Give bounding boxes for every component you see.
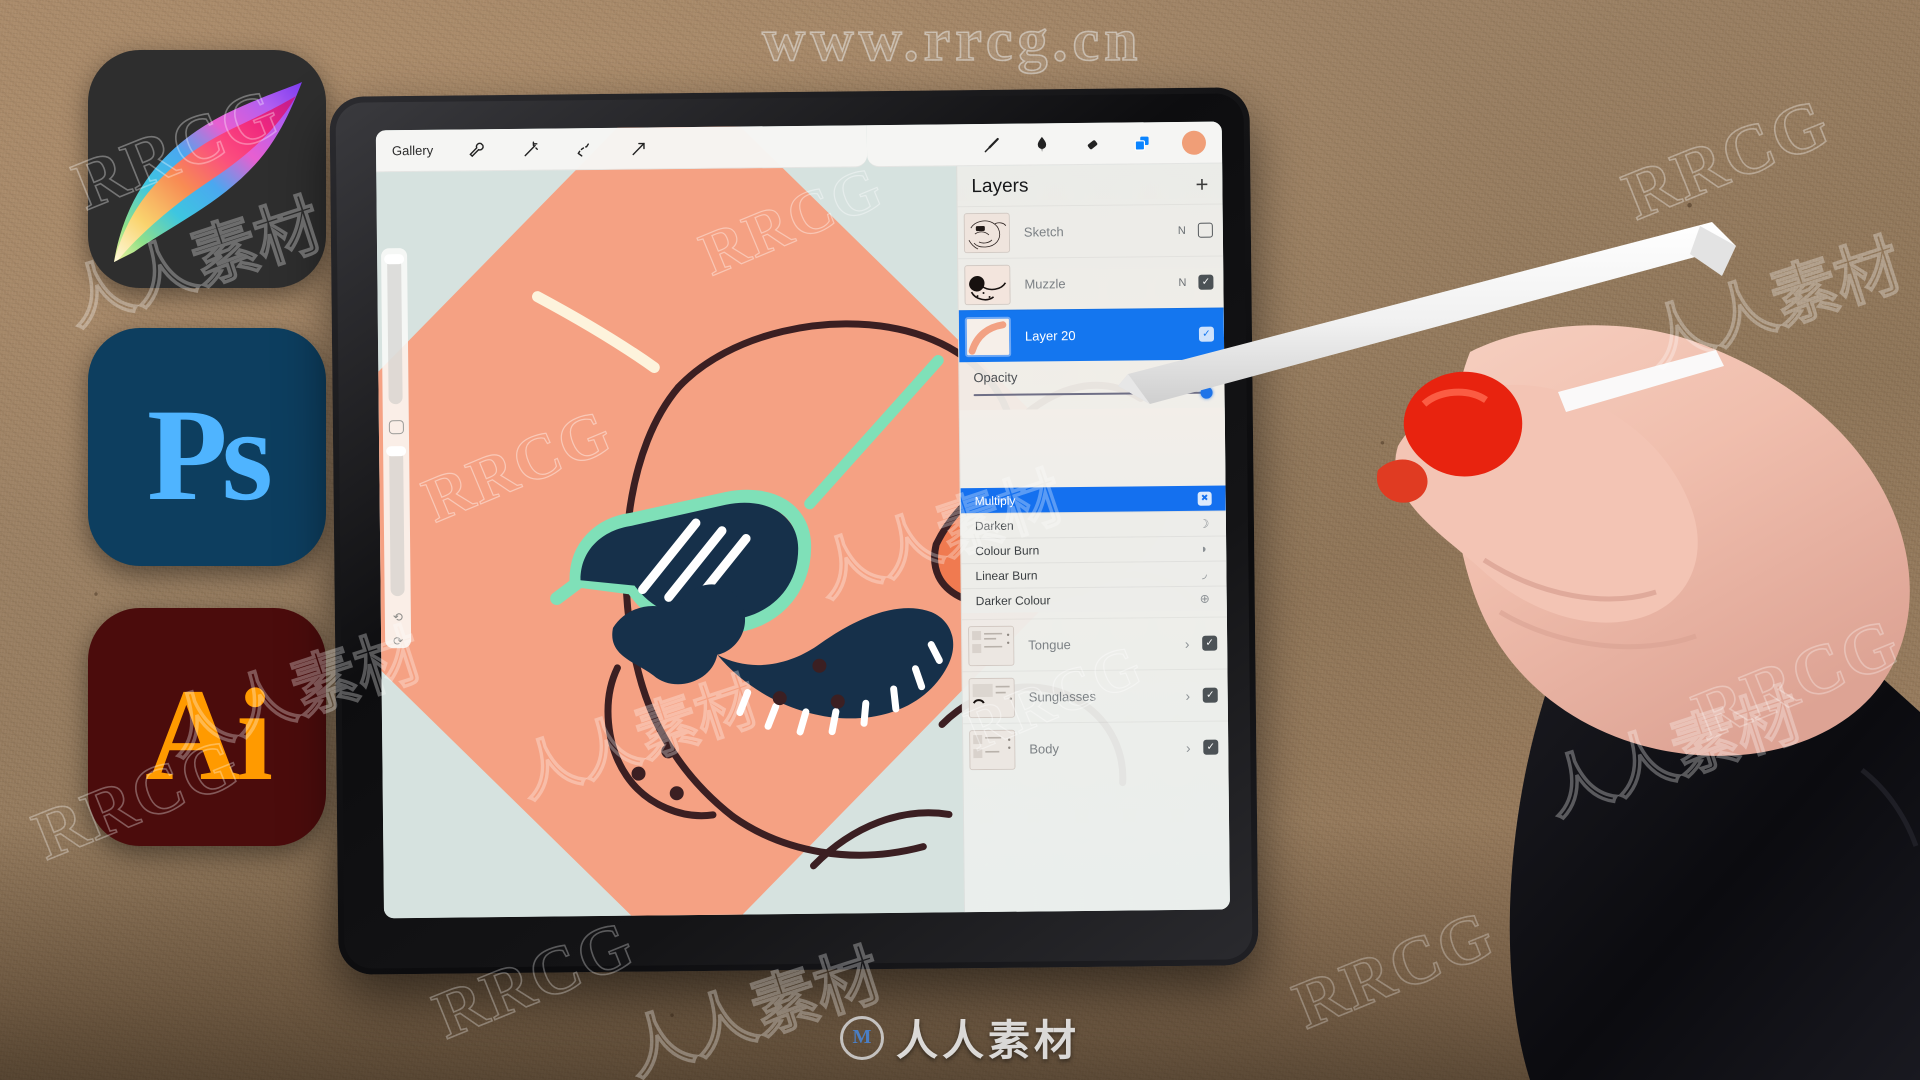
lower-layer-list[interactable]: Tongue › ✓ Sunglasses › ✓ Body › ✓ <box>961 616 1229 776</box>
opacity-labels: Opacity Max <box>973 368 1210 385</box>
colour-burn-icon: ◗ <box>1200 541 1208 556</box>
layer-group-thumbnail[interactable] <box>969 729 1016 770</box>
panel-spacer <box>959 407 1226 489</box>
layer-name: Muzzle <box>1024 276 1066 292</box>
eraser-icon[interactable] <box>1082 133 1102 153</box>
opacity-slider-track[interactable] <box>973 386 1213 399</box>
opacity-control[interactable]: Opacity Max <box>959 359 1224 410</box>
blend-mode-darken[interactable]: Darken ☽ <box>960 510 1227 539</box>
sunglasses-group-thumbnail-icon <box>969 678 1015 718</box>
undo-redo-group[interactable]: ⟲ ⟳ <box>393 610 403 648</box>
redo-icon[interactable]: ⟳ <box>393 634 403 648</box>
layer-row-layer-20[interactable]: Layer 20 ✓ <box>958 307 1225 363</box>
brush-sidebar[interactable]: ⟲ ⟳ <box>381 248 412 649</box>
ps-wordmark-icon: Ps <box>147 381 273 528</box>
tongue-group-thumbnail-icon <box>969 626 1015 666</box>
layer-thumbnail[interactable] <box>963 212 1011 253</box>
body-group-thumbnail-icon <box>970 730 1016 770</box>
layer-name: Body <box>1029 741 1060 757</box>
layer-blend-mode-indicator[interactable]: N <box>1174 276 1190 288</box>
blend-mode-label: Darken <box>974 518 1014 534</box>
blend-mode-label: Multiply <box>974 493 1016 508</box>
layer-visibility-checkbox[interactable] <box>1197 222 1213 238</box>
layer-name: Layer 20 <box>1024 328 1076 344</box>
blend-mode-linear-burn[interactable]: Linear Burn ◞ <box>961 560 1227 589</box>
add-layer-button[interactable]: + <box>1195 172 1208 197</box>
layer-row-muzzle[interactable]: Muzzle N ✓ <box>958 255 1224 311</box>
layer-visibility-checkbox[interactable]: ✓ <box>1203 739 1219 755</box>
layer-row-body[interactable]: Body › ✓ <box>963 720 1229 776</box>
layer-group-thumbnail[interactable] <box>968 625 1015 666</box>
transform-icon[interactable] <box>629 138 649 158</box>
muzzle-thumbnail-icon <box>965 265 1011 305</box>
selection-icon[interactable] <box>575 139 595 159</box>
app-icon-photoshop[interactable]: Ps <box>88 328 326 566</box>
app-icon-illustrator[interactable]: Ai <box>88 608 326 846</box>
layer-thumbnail[interactable] <box>964 264 1011 305</box>
chevron-right-icon[interactable]: › <box>1181 739 1195 755</box>
color-swatch-button[interactable] <box>1181 130 1207 155</box>
layer-row-sunglasses[interactable]: Sunglasses › ✓ <box>962 668 1229 724</box>
darker-colour-icon: ⊕ <box>1199 591 1210 606</box>
opacity-label: Opacity <box>973 369 1018 386</box>
layer-thumbnail[interactable] <box>964 316 1012 357</box>
modify-button[interactable] <box>388 419 404 435</box>
layer-name: Sunglasses <box>1028 688 1097 705</box>
opacity-slider-knob[interactable] <box>1200 386 1213 399</box>
smudge-icon[interactable] <box>1032 134 1052 154</box>
layer-row-tongue[interactable]: Tongue › ✓ <box>961 616 1228 672</box>
sketch-thumbnail-icon <box>964 213 1011 253</box>
layer-visibility-checkbox[interactable]: ✓ <box>1198 274 1214 290</box>
brush-size-knob[interactable] <box>384 254 405 265</box>
gallery-button[interactable]: Gallery <box>392 143 433 158</box>
procreate-toolbar-left[interactable]: Gallery <box>375 125 867 173</box>
moon-icon: ☽ <box>1198 516 1210 531</box>
procreate-toolbar-right[interactable] <box>866 121 1223 168</box>
layer-20-thumbnail-icon <box>966 318 1012 357</box>
layer-visibility-checkbox[interactable]: ✓ <box>1202 635 1218 651</box>
layer-row-sketch[interactable]: Sketch N <box>957 203 1224 259</box>
layers-panel[interactable]: Layers + Sketch N Muzzle N ✓ Layer 20 ✓ … <box>956 163 1230 913</box>
blend-mode-label: Darker Colour <box>975 593 1051 609</box>
layers-icon[interactable] <box>1132 133 1152 153</box>
layer-visibility-checkbox[interactable]: ✓ <box>1202 687 1218 703</box>
blend-mode-colour-burn[interactable]: Colour Burn ◗ <box>961 535 1227 564</box>
procreate-swoosh-icon <box>114 82 302 262</box>
opacity-value: Max <box>1185 367 1211 383</box>
ai-wordmark-icon: Ai <box>145 661 273 808</box>
blend-mode-label: Linear Burn <box>975 568 1038 584</box>
linear-burn-icon: ◞ <box>1202 566 1207 581</box>
brush-opacity-slider[interactable] <box>386 446 407 597</box>
magic-wand-icon[interactable] <box>521 139 541 159</box>
layer-name: Sketch <box>1023 224 1064 240</box>
blend-mode-list[interactable]: Multiply ✖ Darken ☽ Colour Burn ◗ Linear… <box>960 485 1227 614</box>
multiply-icon: ✖ <box>1197 491 1212 506</box>
blend-mode-label: Colour Burn <box>975 543 1040 559</box>
layer-blend-mode-indicator[interactable]: N <box>1174 224 1190 236</box>
ipad-screen[interactable]: Gallery ⟲ ⟳ Layers + Sketch N Muzzle N ✓… <box>375 121 1230 919</box>
app-icon-procreate[interactable] <box>88 50 326 288</box>
blend-mode-darker-colour[interactable]: Darker Colour ⊕ <box>961 585 1227 614</box>
brush-icon[interactable] <box>982 134 1002 154</box>
undo-icon[interactable]: ⟲ <box>393 610 403 624</box>
chevron-right-icon[interactable]: › <box>1180 635 1194 651</box>
layers-panel-header: Layers + <box>957 163 1222 206</box>
layer-name: Tongue <box>1028 637 1071 653</box>
blend-mode-multiply[interactable]: Multiply ✖ <box>960 485 1226 514</box>
wrench-icon[interactable] <box>467 140 487 160</box>
layer-visibility-checkbox[interactable]: ✓ <box>1198 326 1215 342</box>
brush-opacity-knob[interactable] <box>386 446 407 457</box>
layer-group-thumbnail[interactable] <box>968 677 1015 718</box>
ipad-device: Gallery ⟲ ⟳ Layers + Sketch N Muzzle N ✓… <box>329 87 1259 975</box>
layers-panel-title: Layers <box>971 175 1029 198</box>
brush-size-slider[interactable] <box>384 254 405 404</box>
chevron-right-icon[interactable]: › <box>1181 687 1195 703</box>
